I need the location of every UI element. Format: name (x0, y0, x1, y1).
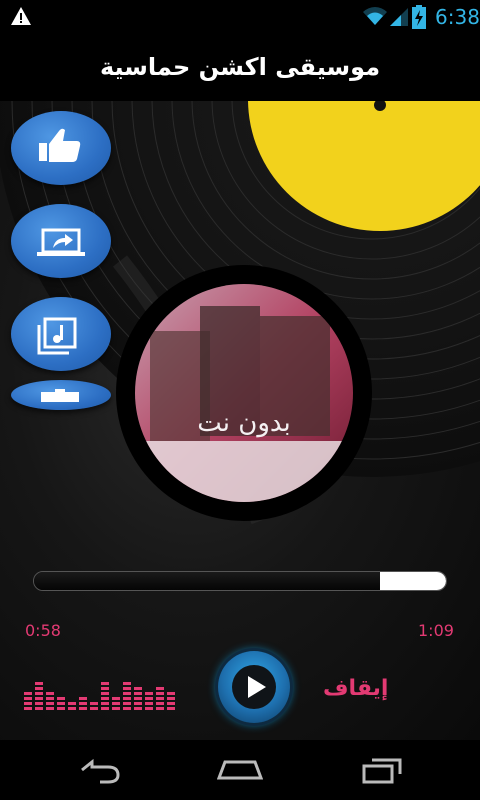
seek-bar-remaining (380, 572, 446, 590)
eq-bar (57, 697, 65, 710)
status-bar: 6:38 (0, 0, 480, 33)
eq-bar (35, 682, 43, 710)
thumbs-up-icon (39, 128, 81, 162)
recent-apps-icon[interactable] (360, 756, 404, 784)
signal-icon (390, 8, 408, 26)
playlist-button[interactable] (11, 297, 111, 371)
briefcase-icon (41, 389, 79, 402)
eq-bar (90, 702, 98, 710)
app-title: موسيقى اكشن حماسية (99, 53, 381, 81)
equalizer-icon (24, 682, 175, 710)
eq-bar (167, 692, 175, 710)
seek-bar-elapsed (34, 572, 381, 590)
like-button[interactable] (11, 111, 111, 185)
warning-icon (11, 7, 31, 25)
cover-art-text: بدون نت (197, 408, 291, 438)
home-icon[interactable] (217, 756, 263, 784)
total-duration: 1:09 (418, 621, 454, 640)
elapsed-time: 0:58 (25, 621, 61, 640)
eq-bar (145, 692, 153, 710)
seek-bar[interactable] (33, 571, 447, 591)
eq-bar (46, 692, 54, 710)
battery-charging-icon (412, 5, 426, 29)
eq-bar (134, 687, 142, 710)
music-library-icon (37, 317, 77, 355)
clock: 6:38 (435, 5, 480, 29)
app-title-bar: موسيقى اكشن حماسية (0, 33, 480, 101)
vinyl-record: بدون نت (0, 101, 480, 525)
player-stage: بدون نت (0, 101, 480, 740)
play-button[interactable] (218, 651, 290, 723)
stop-button[interactable]: إيقاف (323, 676, 388, 701)
system-nav-bar (0, 740, 480, 800)
eq-bar (156, 687, 164, 710)
more-apps-button[interactable] (11, 380, 111, 410)
play-icon (248, 676, 266, 698)
eq-bar (79, 697, 87, 710)
eq-bar (24, 692, 32, 710)
eq-bar (112, 697, 120, 710)
wifi-icon (363, 7, 387, 25)
share-button[interactable] (11, 204, 111, 278)
play-button-center (232, 665, 276, 709)
eq-bar (101, 682, 109, 710)
share-screen-icon (37, 228, 85, 256)
eq-bar (123, 682, 131, 710)
eq-bar (68, 702, 76, 710)
back-icon[interactable] (78, 756, 122, 784)
